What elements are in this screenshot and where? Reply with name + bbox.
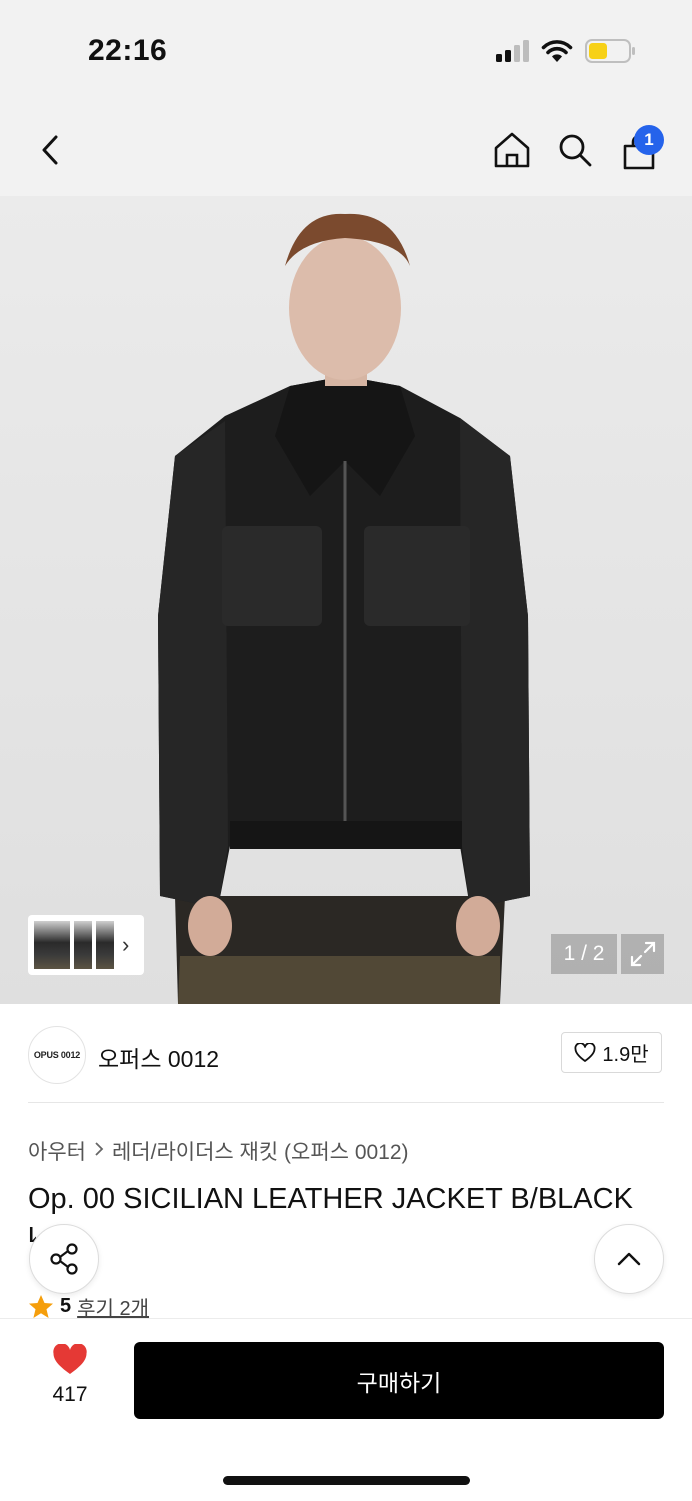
divider: [28, 1102, 664, 1103]
rating-score: 5: [60, 1295, 72, 1317]
top-nav: [0, 100, 692, 196]
product-photo: [158, 213, 530, 1004]
brand-like-button[interactable]: 1.9만: [561, 1032, 662, 1073]
breadcrumb-category[interactable]: 아우터: [28, 1136, 86, 1166]
thumbnail-3[interactable]: [96, 921, 114, 969]
thumbnail-1[interactable]: [34, 921, 70, 969]
share-button[interactable]: [29, 1224, 99, 1294]
product-title: Op. 00 SICILIAN LEATHER JACKET B/BLACK: [28, 1183, 633, 1215]
search-icon: [559, 134, 592, 167]
heart-filled-icon: [53, 1343, 87, 1374]
scroll-top-button[interactable]: [594, 1224, 664, 1294]
back-button[interactable]: [28, 128, 72, 172]
battery-icon: [585, 39, 635, 63]
product-image[interactable]: [0, 196, 692, 1004]
buy-button[interactable]: 구매하기: [134, 1342, 664, 1419]
heart-outline-icon: [574, 1042, 596, 1062]
wishlist-count: 417: [52, 1383, 88, 1406]
expand-icon: [630, 941, 655, 967]
wifi-icon: [541, 40, 573, 62]
chevron-up-icon: [617, 1252, 641, 1266]
status-time: 22:16: [88, 34, 168, 67]
search-button[interactable]: [553, 128, 597, 172]
home-indicator: [223, 1476, 470, 1485]
cart-badge: 1: [634, 125, 664, 155]
review-link[interactable]: 후기 2개: [77, 1292, 149, 1321]
home-icon: [494, 132, 530, 168]
share-icon: [50, 1243, 78, 1275]
breadcrumb: 아우터 레더/라이더스 재킷 (오퍼스 0012): [28, 1136, 409, 1166]
thumbnail-strip[interactable]: ›: [28, 915, 144, 975]
brand-logo[interactable]: OPUS 0012: [28, 1026, 86, 1084]
brand-name[interactable]: 오퍼스 0012: [98, 1040, 219, 1074]
image-counter: 1 / 2: [551, 934, 617, 974]
brand-like-count: 1.9만: [602, 1044, 649, 1066]
thumbnail-2[interactable]: [74, 921, 92, 969]
wishlist-button[interactable]: 417: [40, 1343, 100, 1407]
thumbnail-next-icon[interactable]: ›: [122, 932, 129, 958]
star-icon: [29, 1295, 53, 1318]
back-icon: [42, 135, 58, 165]
rating-row: 5 후기 2개: [28, 1292, 149, 1321]
expand-image-button[interactable]: [621, 934, 664, 974]
home-button[interactable]: [490, 128, 534, 172]
cellular-signal-icon: [496, 40, 529, 62]
breadcrumb-subcategory[interactable]: 레더/라이더스 재킷 (오퍼스 0012): [112, 1136, 409, 1166]
chevron-right-icon: [94, 1139, 104, 1163]
